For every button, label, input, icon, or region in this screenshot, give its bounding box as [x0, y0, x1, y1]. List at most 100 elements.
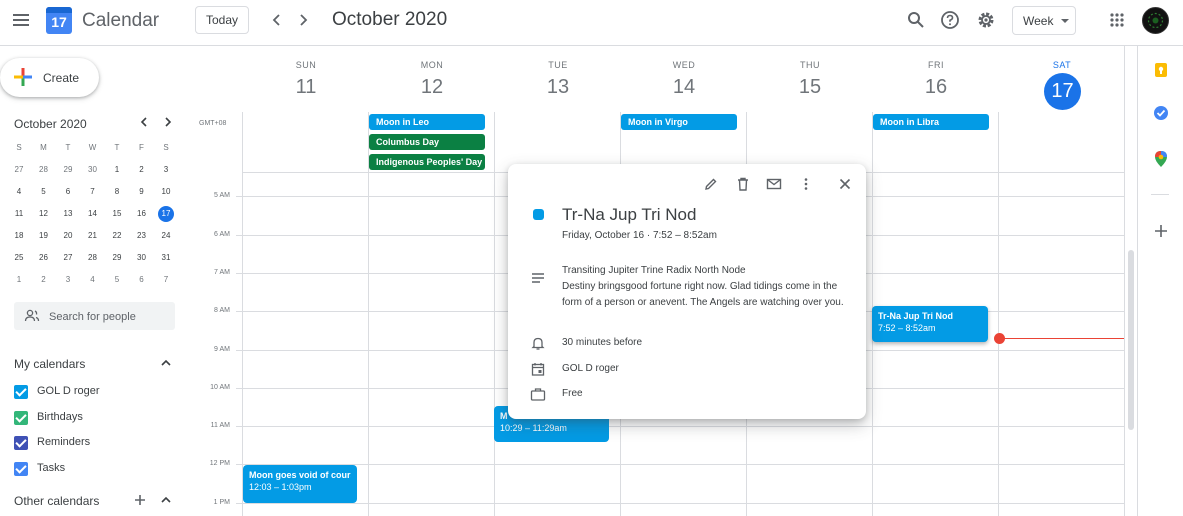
mini-day[interactable]: 19 — [33, 226, 55, 246]
view-select[interactable]: Week — [1012, 6, 1076, 35]
mini-day[interactable]: 26 — [33, 248, 55, 268]
mini-day[interactable]: 1 — [106, 160, 128, 180]
tasks-icon[interactable] — [1153, 105, 1169, 121]
delete-icon[interactable] — [735, 176, 751, 192]
more-options-icon[interactable] — [798, 176, 814, 192]
mini-day[interactable]: 30 — [82, 160, 104, 180]
mini-day[interactable]: 6 — [131, 270, 153, 290]
other-calendars-heading[interactable]: Other calendars — [14, 494, 99, 508]
email-icon[interactable] — [766, 176, 782, 192]
mini-day[interactable]: 23 — [131, 226, 153, 246]
day-name: SAT — [1052, 60, 1072, 70]
mini-day[interactable]: 21 — [82, 226, 104, 246]
allday-event[interactable]: Columbus Day — [369, 134, 485, 150]
day-number[interactable]: 12 — [369, 76, 495, 99]
mini-day[interactable]: 1 — [8, 270, 30, 290]
mini-day[interactable]: 22 — [106, 226, 128, 246]
help-icon[interactable] — [940, 10, 960, 30]
day-number[interactable]: 13 — [495, 76, 621, 99]
mini-day[interactable]: 25 — [8, 248, 30, 268]
apps-grid-icon[interactable] — [1107, 10, 1127, 30]
mini-day[interactable]: 4 — [8, 182, 30, 202]
edit-icon[interactable] — [703, 176, 719, 192]
mini-day[interactable]: 17 — [155, 204, 177, 224]
mini-day[interactable]: 3 — [155, 160, 177, 180]
mini-day[interactable]: 29 — [106, 248, 128, 268]
add-calendar-icon[interactable] — [133, 493, 147, 507]
day-number[interactable]: 14 — [621, 76, 747, 99]
maps-icon[interactable] — [1153, 150, 1169, 168]
day-header-fri[interactable]: FRI 16 — [873, 60, 999, 99]
mini-day[interactable]: 5 — [33, 182, 55, 202]
day-header-sat[interactable]: SAT — [999, 60, 1125, 70]
mini-day[interactable]: 3 — [57, 270, 79, 290]
mini-day[interactable]: 11 — [8, 204, 30, 224]
close-icon[interactable] — [837, 176, 853, 192]
day-header-wed[interactable]: WED 14 — [621, 60, 747, 99]
calendar-item-label: Reminders — [37, 436, 91, 448]
mini-day[interactable]: 16 — [131, 204, 153, 224]
mini-day[interactable]: 27 — [57, 248, 79, 268]
mini-day[interactable]: 20 — [57, 226, 79, 246]
mini-day[interactable]: 13 — [57, 204, 79, 224]
mini-day[interactable]: 29 — [57, 160, 79, 180]
mini-day[interactable]: 5 — [106, 270, 128, 290]
today-date-circle[interactable]: 17 — [1044, 73, 1081, 110]
settings-icon[interactable] — [976, 10, 996, 30]
my-calendars-heading[interactable]: My calendars — [14, 357, 85, 371]
popup-availability: Free — [562, 388, 583, 399]
mini-day[interactable]: 7 — [82, 182, 104, 202]
mini-day[interactable]: 8 — [106, 182, 128, 202]
search-for-people-input[interactable]: Search for people — [14, 302, 175, 330]
event-chip[interactable]: Moon goes void of cours 12:03 – 1:03pm — [243, 465, 357, 503]
mini-day[interactable]: 30 — [131, 248, 153, 268]
allday-event[interactable]: Moon in Libra — [873, 114, 989, 130]
allday-event[interactable]: Moon in Leo — [369, 114, 485, 130]
chevron-up-icon[interactable] — [159, 357, 173, 369]
mini-day[interactable]: 14 — [82, 204, 104, 224]
day-number[interactable]: 15 — [747, 76, 873, 99]
keep-icon[interactable] — [1153, 62, 1169, 78]
mini-day[interactable]: 12 — [33, 204, 55, 224]
mini-day[interactable]: 2 — [33, 270, 55, 290]
menu-icon[interactable] — [10, 10, 32, 30]
checkbox-icon[interactable] — [14, 411, 28, 425]
mini-day[interactable]: 15 — [106, 204, 128, 224]
day-header-mon[interactable]: MON 12 — [369, 60, 495, 99]
mini-day[interactable]: 7 — [155, 270, 177, 290]
chevron-up-icon[interactable] — [159, 494, 173, 506]
mini-day[interactable]: 28 — [33, 160, 55, 180]
allday-event[interactable]: Moon in Virgo — [621, 114, 737, 130]
checkbox-icon[interactable] — [14, 462, 28, 476]
checkbox-icon[interactable] — [14, 436, 28, 450]
today-button[interactable]: Today — [195, 6, 249, 34]
mini-day[interactable]: 6 — [57, 182, 79, 202]
next-week-icon[interactable] — [294, 10, 312, 30]
search-icon[interactable] — [906, 10, 926, 30]
add-addon-icon[interactable] — [1154, 224, 1168, 238]
mini-day[interactable]: 2 — [131, 160, 153, 180]
allday-event[interactable]: Indigenous Peoples' Day — [369, 154, 485, 170]
day-header-tue[interactable]: TUE 13 — [495, 60, 621, 99]
day-number[interactable]: 11 — [243, 76, 369, 99]
checkbox-icon[interactable] — [14, 385, 28, 399]
create-button[interactable]: Create — [0, 58, 99, 97]
mini-day[interactable]: 9 — [131, 182, 153, 202]
mini-day[interactable]: 4 — [82, 270, 104, 290]
scrollbar[interactable] — [1128, 250, 1134, 430]
mini-day[interactable]: 10 — [155, 182, 177, 202]
mini-day[interactable]: 18 — [8, 226, 30, 246]
mini-day[interactable]: 31 — [155, 248, 177, 268]
previous-week-icon[interactable] — [268, 10, 286, 30]
mini-day[interactable]: 28 — [82, 248, 104, 268]
calendar-logo-icon[interactable]: 17 — [46, 7, 72, 34]
account-avatar[interactable] — [1142, 7, 1169, 34]
event-chip-selected[interactable]: Tr-Na Jup Tri Nod 7:52 – 8:52am — [872, 306, 988, 342]
day-header-sun[interactable]: SUN 11 — [243, 60, 369, 99]
mini-next-month-icon[interactable] — [161, 115, 175, 129]
day-number[interactable]: 16 — [873, 76, 999, 99]
mini-day[interactable]: 24 — [155, 226, 177, 246]
mini-prev-month-icon[interactable] — [137, 115, 151, 129]
mini-day[interactable]: 27 — [8, 160, 30, 180]
day-header-thu[interactable]: THU 15 — [747, 60, 873, 99]
